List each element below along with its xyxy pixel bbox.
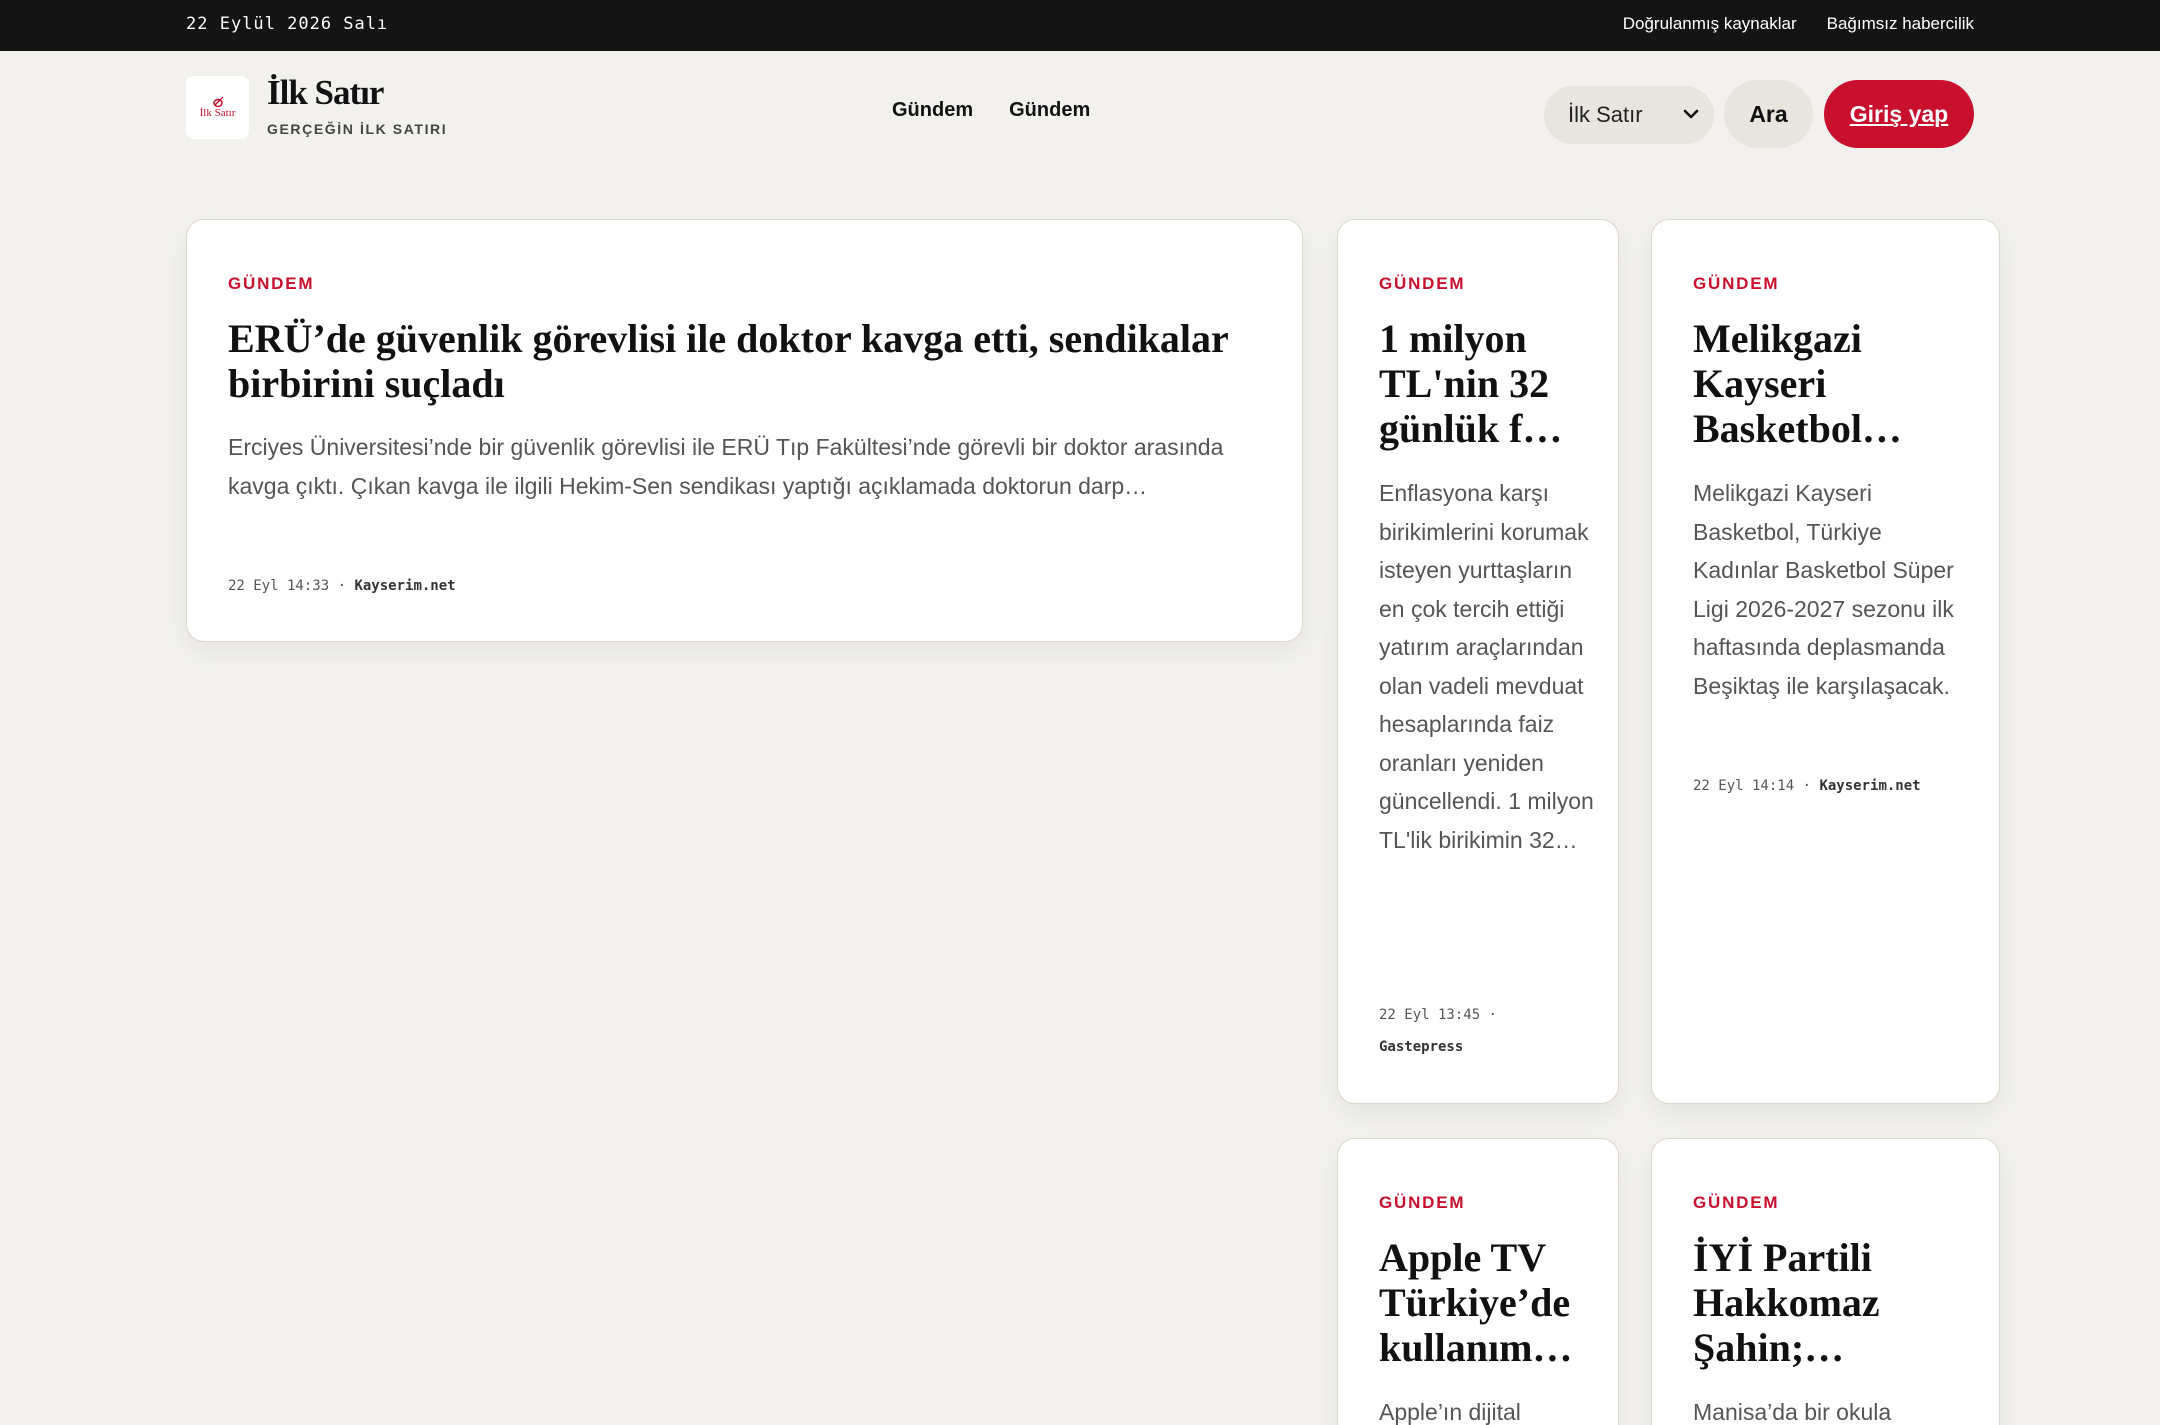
logo-text: İlk Satır [199,107,236,119]
article-meta: 22 Eyl 13:45 · Gastepress [1379,1007,1498,1055]
article-card[interactable]: GÜNDEM ERÜ’de güvenlik görevlisi ile dok… [186,219,1303,642]
logo[interactable]: İlk Satır [186,76,249,139]
article-meta: 22 Eyl 14:14 · Kayserim.net [1693,778,1921,794]
login-button[interactable]: Giriş yap [1824,80,1974,148]
independent-journalism-link[interactable]: Bağımsız habercilik [1827,14,1974,34]
article-title[interactable]: Melikgazi Kayseri Basketbol… [1693,316,1973,451]
article-card[interactable]: GÜNDEM Melikgazi Kayseri Basketbol… Meli… [1651,219,2000,1104]
edition-select-value: İlk Satır [1568,102,1643,127]
top-bar: 22 Eylül 2026 Salı Doğrulanmış kaynaklar… [0,0,2160,51]
main-nav: Gündem Gündem [892,99,1090,122]
verified-sources-link[interactable]: Doğrulanmış kaynaklar [1623,14,1797,34]
article-category[interactable]: GÜNDEM [1693,274,1779,294]
article-category[interactable]: GÜNDEM [1379,1193,1465,1213]
article-time: 22 Eyl 13:45 [1379,1007,1481,1023]
topbar-links: Doğrulanmış kaynaklar Bağımsız habercili… [1623,14,1974,34]
article-excerpt: Erciyes Üniversitesi’nde bir güvenlik gö… [228,434,1224,499]
nav-item-gundem[interactable]: Gündem [892,99,973,122]
article-card[interactable]: GÜNDEM 1 milyon TL'nin 32 günlük f… Enfl… [1337,219,1619,1104]
article-time: 22 Eyl 14:33 [228,578,330,594]
search-button[interactable]: Ara [1724,80,1813,148]
article-source[interactable]: Kayserim.net [354,578,455,594]
nav-item-gundem-2[interactable]: Gündem [1009,99,1090,122]
current-date: 22 Eylül 2026 Salı [186,14,389,34]
article-excerpt: Manisa’da bir okula [1693,1399,1892,1425]
article-title[interactable]: ERÜ’de güvenlik görevlisi ile doktor kav… [228,316,1268,406]
article-meta: 22 Eyl 14:33 · Kayserim.net [228,578,456,594]
article-excerpt: Apple’ın dijital [1379,1399,1521,1425]
article-source[interactable]: Kayserim.net [1819,778,1920,794]
chevron-down-icon [1683,109,1699,119]
edition-select[interactable]: İlk Satır [1544,86,1714,144]
article-title[interactable]: Apple TV Türkiye’de kullanım… [1379,1235,1599,1370]
site-tagline: GERÇEĞİN İLK SATIRI [267,121,448,137]
article-time: 22 Eyl 14:14 [1693,778,1795,794]
site-header: İlk Satır İlk Satır GERÇEĞİN İLK SATIRI … [0,51,2160,176]
article-category[interactable]: GÜNDEM [1379,274,1465,294]
article-source[interactable]: Gastepress [1379,1039,1463,1055]
article-title[interactable]: İYİ Partili Hakkomaz Şahin;… [1693,1235,1973,1370]
article-category[interactable]: GÜNDEM [228,274,314,294]
article-category[interactable]: GÜNDEM [1693,1193,1779,1213]
article-excerpt: Enflasyona karşı birikimlerini korumak i… [1379,480,1594,853]
article-card[interactable]: GÜNDEM İYİ Partili Hakkomaz Şahin;… Mani… [1651,1138,2000,1425]
article-excerpt: Melikgazi Kayseri Basketbol, Türkiye Kad… [1693,480,1954,699]
article-card[interactable]: GÜNDEM Apple TV Türkiye’de kullanım… App… [1337,1138,1619,1425]
site-name[interactable]: İlk Satır [267,73,384,113]
article-title[interactable]: 1 milyon TL'nin 32 günlük f… [1379,316,1599,451]
